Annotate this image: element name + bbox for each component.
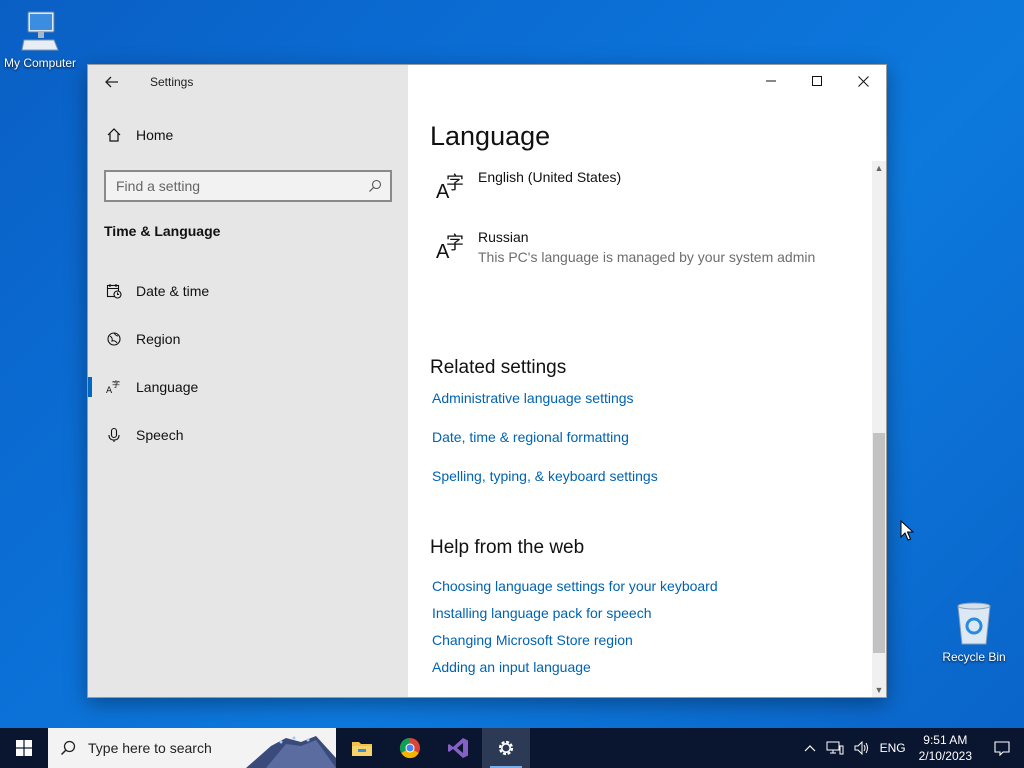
- language-icon: A字: [436, 173, 464, 203]
- link-keyboard-language-settings[interactable]: Choosing language settings for your keyb…: [432, 578, 718, 594]
- nav-label-date-time: Date & time: [136, 283, 210, 299]
- computer-icon: [21, 11, 59, 51]
- language-item-english[interactable]: A字 English (United States): [432, 169, 621, 205]
- show-hidden-icons-button[interactable]: [799, 744, 821, 752]
- content-pane: Language A字 English (United States) A字 R…: [408, 65, 886, 697]
- search-icon: [60, 740, 76, 756]
- recycle-bin-label: Recycle Bin: [942, 650, 1006, 664]
- sidebar-item-date-time[interactable]: Date & time: [88, 267, 408, 315]
- svg-text:字: 字: [112, 379, 120, 389]
- close-button[interactable]: [840, 65, 886, 97]
- language-icon: A字: [436, 233, 464, 263]
- content-scrollbar[interactable]: ▲ ▼: [872, 161, 886, 697]
- link-spelling-typing-keyboard[interactable]: Spelling, typing, & keyboard settings: [432, 468, 658, 484]
- back-button[interactable]: [88, 65, 136, 99]
- page-title: Language: [430, 121, 551, 151]
- taskbar-search-placeholder: Type here to search: [88, 740, 212, 756]
- home-nav-item[interactable]: Home: [104, 127, 173, 143]
- scroll-up-icon[interactable]: ▲: [872, 161, 886, 175]
- maximize-button[interactable]: [794, 65, 840, 97]
- link-microsoft-store-region[interactable]: Changing Microsoft Store region: [432, 632, 633, 648]
- close-icon: [857, 75, 869, 87]
- recycle-bin-icon: [957, 602, 991, 645]
- file-explorer-icon: [352, 742, 372, 756]
- nav-label-speech: Speech: [136, 427, 184, 443]
- minimize-icon: [766, 80, 776, 82]
- settings-gear-icon: [498, 740, 514, 756]
- link-language-pack-speech[interactable]: Installing language pack for speech: [432, 605, 651, 621]
- nav-label-language: Language: [136, 379, 199, 395]
- home-label: Home: [136, 127, 174, 143]
- nav-label-region: Region: [136, 331, 181, 347]
- language-name: English (United States): [478, 169, 622, 185]
- link-date-time-regional-formatting[interactable]: Date, time & regional formatting: [432, 429, 629, 445]
- find-setting-search-box[interactable]: [104, 170, 392, 202]
- microphone-icon: [104, 427, 124, 443]
- sidebar-item-speech[interactable]: Speech: [88, 411, 408, 459]
- globe-icon: [104, 331, 124, 347]
- recycle-bin-desktop-icon[interactable]: Recycle Bin: [934, 600, 1014, 664]
- scrollbar-thumb[interactable]: [873, 433, 885, 653]
- mouse-cursor-icon: [900, 520, 914, 541]
- system-tray: ENG 9:51 AM 2/10/2023: [799, 728, 1024, 768]
- sidebar: Settings Home Time & Language: [88, 65, 408, 697]
- action-center-button[interactable]: [980, 740, 1024, 756]
- language-managed-note: This PC's language is managed by your sy…: [478, 249, 816, 265]
- chevron-up-icon: [804, 745, 816, 752]
- my-computer-desktop-icon[interactable]: My Computer: [0, 10, 80, 70]
- scroll-down-icon[interactable]: ▼: [872, 683, 886, 697]
- taskbar: Type here to search ENG 9:51 AM 2/10/202…: [0, 728, 1024, 768]
- section-title: Time & Language: [104, 223, 221, 239]
- link-administrative-language-settings[interactable]: Administrative language settings: [432, 390, 634, 406]
- speaker-icon: [854, 741, 868, 755]
- home-icon: [104, 127, 124, 143]
- input-language-indicator[interactable]: ENG: [875, 741, 911, 755]
- chrome-icon: [399, 737, 420, 759]
- sidebar-item-language[interactable]: A 字 Language: [88, 363, 408, 411]
- search-icon[interactable]: [368, 179, 382, 193]
- taskbar-visual-studio[interactable]: [434, 728, 482, 768]
- taskbar-file-explorer[interactable]: [338, 728, 386, 768]
- taskbar-chrome[interactable]: [386, 728, 434, 768]
- taskbar-settings[interactable]: [482, 728, 530, 768]
- calendar-clock-icon: [104, 283, 124, 299]
- windows-logo-icon: [16, 740, 32, 756]
- back-arrow-icon: [105, 76, 118, 88]
- sidebar-nav: Date & time Region A 字 Language Speech: [88, 267, 408, 459]
- find-setting-input[interactable]: [116, 178, 356, 194]
- language-icon: A 字: [104, 379, 124, 395]
- visual-studio-icon: [448, 738, 468, 758]
- maximize-icon: [812, 76, 822, 86]
- taskbar-search-box[interactable]: Type here to search: [48, 728, 336, 768]
- clock[interactable]: 9:51 AM 2/10/2023: [911, 732, 980, 764]
- volume-button[interactable]: [849, 741, 875, 755]
- help-from-web-heading: Help from the web: [430, 537, 585, 558]
- my-computer-label: My Computer: [3, 56, 77, 70]
- minimize-button[interactable]: [748, 65, 794, 97]
- network-icon: [826, 741, 844, 755]
- window-controls: [748, 65, 886, 97]
- language-item-russian[interactable]: A字 Russian This PC's language is managed…: [432, 229, 815, 265]
- sidebar-item-region[interactable]: Region: [88, 315, 408, 363]
- settings-window: Settings Home Time & Language: [87, 64, 887, 698]
- clock-date: 2/10/2023: [918, 749, 972, 763]
- language-name: Russian: [478, 229, 529, 245]
- link-adding-input-language[interactable]: Adding an input language: [432, 659, 591, 675]
- title-bar: Settings: [88, 65, 408, 99]
- app-title: Settings: [150, 75, 194, 89]
- clock-time: 9:51 AM: [923, 733, 968, 747]
- search-highlight-art-icon: [246, 736, 336, 768]
- notification-icon: [994, 741, 1010, 756]
- start-button[interactable]: [0, 728, 48, 768]
- network-button[interactable]: [821, 741, 849, 755]
- related-settings-heading: Related settings: [430, 357, 567, 378]
